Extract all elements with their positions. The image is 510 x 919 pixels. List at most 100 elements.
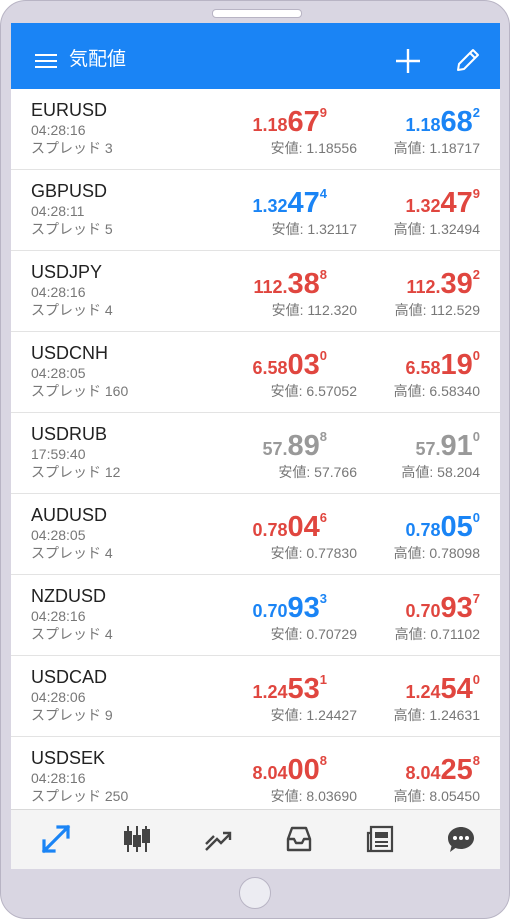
quotes-icon: [41, 824, 71, 854]
symbol-name: USDSEK: [31, 748, 106, 768]
nav-chat[interactable]: [420, 810, 500, 869]
quote-time: 04:28:16: [31, 608, 86, 624]
app-screen: 気配値 EURUSD 04:28:16 スプレッド 3 1.18679 1.18…: [11, 23, 500, 869]
bid-price-prefix: 112.: [253, 277, 288, 297]
bid-price: 8.04008: [177, 744, 327, 792]
high-value: 高値: 1.18717: [393, 140, 480, 156]
bid-price-fraction: 8: [319, 429, 327, 444]
quote-time: 04:28:11: [31, 203, 85, 219]
spread-value: スプレッド 12: [31, 464, 121, 480]
chart-candles-icon: [124, 826, 150, 852]
nav-quotes[interactable]: [15, 810, 96, 869]
quote-time: 04:28:05: [31, 527, 86, 543]
ask-price-pips: 39: [440, 268, 473, 300]
bid-price: 57.898: [177, 420, 327, 468]
symbol-name: AUDUSD: [31, 505, 108, 525]
symbol-name: NZDUSD: [31, 586, 106, 606]
nav-news[interactable]: [339, 810, 420, 869]
bid-price-pips: 89: [287, 430, 320, 462]
nav-chart[interactable]: [96, 810, 177, 869]
ask-price-pips: 47: [440, 187, 473, 219]
news-icon: [366, 825, 394, 853]
spread-value: スプレッド 4: [31, 626, 113, 642]
quote-row[interactable]: GBPUSD 04:28:11 スプレッド 5 1.32474 1.32479 …: [11, 170, 500, 251]
trade-icon: [205, 831, 232, 851]
quote-list: EURUSD 04:28:16 スプレッド 3 1.18679 1.18682 …: [11, 89, 500, 818]
ask-price-pips: 68: [440, 106, 473, 138]
ask-price-fraction: 0: [472, 510, 480, 525]
symbol-name: USDJPY: [31, 262, 103, 282]
quote-row[interactable]: EURUSD 04:28:16 スプレッド 3 1.18679 1.18682 …: [11, 89, 500, 170]
bid-price-pips: 38: [287, 268, 320, 300]
quote-time: 04:28:16: [31, 284, 86, 300]
ask-price: 0.78050: [330, 501, 480, 549]
ask-price: 112.392: [330, 258, 480, 306]
bottom-nav: [11, 809, 500, 869]
quote-row[interactable]: USDJPY 04:28:16 スプレッド 4 112.388 112.392 …: [11, 251, 500, 332]
add-icon[interactable]: [395, 48, 421, 74]
edit-icon[interactable]: [455, 47, 481, 73]
high-value: 高値: 1.32494: [393, 221, 480, 237]
quote-row[interactable]: AUDUSD 04:28:05 スプレッド 4 0.78046 0.78050 …: [11, 494, 500, 575]
quote-time: 17:59:40: [31, 446, 86, 462]
quote-row[interactable]: USDCAD 04:28:06 スプレッド 9 1.24531 1.24540 …: [11, 656, 500, 737]
device-frame: 気配値 EURUSD 04:28:16 スプレッド 3 1.18679 1.18…: [0, 0, 510, 919]
bid-price-prefix: 1.18: [252, 115, 288, 135]
spread-value: スプレッド 160: [31, 383, 129, 399]
spread-value: スプレッド 3: [31, 140, 113, 156]
bid-price-pips: 04: [287, 511, 320, 543]
ask-price-pips: 19: [440, 349, 473, 381]
bid-price-pips: 67: [287, 106, 320, 138]
spread-value: スプレッド 4: [31, 545, 113, 561]
symbol-name: USDRUB: [31, 424, 108, 444]
bid-price: 1.24531: [177, 663, 327, 711]
symbol-name: USDCNH: [31, 343, 109, 363]
high-value: 高値: 8.05450: [393, 788, 480, 804]
bid-price-prefix: 0.70: [252, 601, 288, 621]
menu-icon[interactable]: [35, 54, 57, 68]
bid-price-fraction: 6: [319, 510, 327, 525]
ask-price-prefix: 112.: [406, 277, 441, 297]
ask-price-fraction: 9: [472, 186, 480, 201]
bid-price-prefix: 1.24: [252, 682, 288, 702]
quote-row[interactable]: USDRUB 17:59:40 スプレッド 12 57.898 57.910 安…: [11, 413, 500, 494]
history-inbox-icon: [286, 826, 312, 852]
bid-price-prefix: 8.04: [252, 763, 288, 783]
high-value: 高値: 58.204: [401, 464, 480, 480]
ask-price-pips: 91: [440, 430, 473, 462]
bid-price-fraction: 0: [319, 348, 327, 363]
ask-price-pips: 54: [440, 673, 473, 705]
app-bar: 気配値: [11, 23, 500, 89]
quote-row[interactable]: NZDUSD 04:28:16 スプレッド 4 0.70933 0.70937 …: [11, 575, 500, 656]
ask-price-prefix: 6.58: [405, 358, 441, 378]
bid-price: 112.388: [177, 258, 327, 306]
ask-price-prefix: 0.78: [405, 520, 441, 540]
bid-price-pips: 03: [287, 349, 320, 381]
ask-price: 6.58190: [330, 339, 480, 387]
quote-row[interactable]: USDSEK 04:28:16 スプレッド 250 8.04008 8.0425…: [11, 737, 500, 818]
ask-price-prefix: 8.04: [405, 763, 441, 783]
symbol-name: USDCAD: [31, 667, 108, 687]
ask-price-pips: 25: [440, 754, 473, 786]
spread-value: スプレッド 4: [31, 302, 113, 318]
high-value: 高値: 0.71102: [394, 626, 480, 642]
page-title: 気配値: [69, 49, 127, 70]
ask-price-fraction: 0: [472, 429, 480, 444]
ask-price-fraction: 2: [472, 267, 480, 282]
quote-time: 04:28:05: [31, 365, 86, 381]
bid-price-pips: 47: [287, 187, 320, 219]
nav-history[interactable]: [258, 810, 339, 869]
spread-value: スプレッド 5: [31, 221, 113, 237]
home-button[interactable]: [239, 877, 271, 909]
nav-trade[interactable]: [177, 810, 258, 869]
ask-price-fraction: 8: [472, 753, 480, 768]
ask-price-prefix: 0.70: [405, 601, 441, 621]
ask-price: 1.32479: [330, 177, 480, 225]
bid-price-prefix: 57.: [262, 439, 288, 459]
quote-row[interactable]: USDCNH 04:28:05 スプレッド 160 6.58 030 6.5819…: [11, 332, 500, 413]
bid-price-fraction: 1: [319, 672, 327, 687]
bid-price: 0.70933: [177, 582, 327, 630]
spread-value: スプレッド 9: [31, 707, 113, 723]
bid-price: 0.78046: [177, 501, 327, 549]
bid-price-fraction: 9: [319, 105, 327, 120]
